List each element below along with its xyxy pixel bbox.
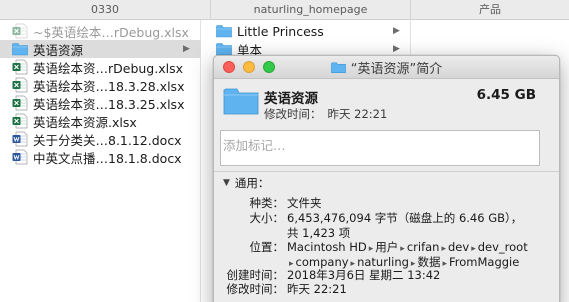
chevron-right-icon: ▶ (183, 44, 190, 54)
excel-file-icon (12, 77, 28, 93)
column-header-bar: 0330 naturling_homepage 产品 (0, 0, 569, 20)
item-size: 6.45 GB (476, 87, 536, 103)
path-segment[interactable]: dev (448, 240, 469, 254)
path-segment[interactable]: Macintosh HD (287, 240, 367, 254)
column-header-naturling[interactable]: naturling_homepage (211, 0, 411, 20)
list-item[interactable]: ~$英语绘本…rDebug.xlsx (0, 22, 201, 40)
kind-label: 种类： (249, 196, 285, 210)
path-segment[interactable]: dev_root (478, 240, 528, 254)
info-title: “英语资源”简介 (214, 56, 559, 79)
where-path-line1: Macintosh HD ▸ 用户 ▸ crifan ▸ dev ▸ dev_root (287, 239, 547, 255)
folder-icon (216, 25, 232, 38)
list-item[interactable]: 英语资源 (0, 40, 201, 58)
list-item[interactable]: Little Princess (211, 22, 411, 40)
list-item-label: Little Princess (237, 23, 324, 39)
list-item[interactable]: 英语绘本资…18.3.25.xlsx (0, 94, 201, 112)
excel-file-icon (12, 23, 28, 39)
modified-value: 昨天 22:21 (327, 107, 388, 121)
excel-file-icon (12, 95, 28, 111)
list-item[interactable]: 英语绘本资…rDebug.xlsx (0, 58, 201, 76)
size-label: 大小： (249, 211, 285, 225)
modified2-value: 昨天 22:21 (287, 282, 347, 296)
kind-value: 文件夹 (287, 196, 322, 210)
modified2-label: 修改时间： (226, 282, 285, 296)
list-item-label: 中英文点播…18.1.8.docx (33, 150, 182, 166)
item-name: 英语资源 (264, 91, 318, 107)
info-panel-window: “英语资源”简介 英语资源 6.45 GB 修改时间： 昨天 22:21 添加标记… (213, 55, 560, 302)
path-segment[interactable]: 用户 (375, 240, 398, 254)
list-item-label: 英语绘本资源.xlsx (33, 114, 137, 130)
word-file-icon (12, 131, 28, 147)
list-item-label: 英语绘本资…18.3.28.xlsx (33, 78, 185, 94)
folder-icon (223, 88, 259, 115)
general-section-toggle[interactable]: ▼ 通用： (223, 175, 269, 191)
general-label: 通用： (234, 176, 270, 190)
list-item-label: 关于分类关…8.1.12.docx (33, 132, 182, 148)
column-header-0330[interactable]: 0330 (0, 0, 211, 20)
list-item[interactable]: 英语绘本资…18.3.28.xlsx (0, 76, 201, 94)
list-item-label: ~$英语绘本…rDebug.xlsx (33, 24, 189, 40)
list-item[interactable]: 中英文点播…18.1.8.docx (0, 148, 201, 166)
path-separator-icon: ▸ (471, 244, 476, 254)
list-item-label: 英语绘本资…rDebug.xlsx (33, 60, 184, 76)
size-value-line1: 6,453,476,094 字节（磁盘上的 6.46 GB）， (287, 211, 523, 225)
excel-file-icon (12, 113, 28, 129)
modified-label: 修改时间： (264, 107, 322, 121)
where-label: 位置： (249, 240, 285, 254)
tags-input[interactable]: 添加标记… (220, 130, 540, 166)
list-item-label: 英语资源 (33, 42, 84, 58)
path-separator-icon: ▸ (400, 244, 405, 254)
disclosure-triangle-icon[interactable]: ▼ (223, 178, 230, 188)
folder-icon (12, 43, 28, 56)
path-segment[interactable]: crifan (407, 240, 440, 254)
column-header-product[interactable]: 产品 (411, 0, 569, 20)
path-separator-icon: ▸ (368, 244, 374, 254)
chevron-right-icon: ▶ (393, 26, 400, 36)
list-item-label: 英语绘本资…18.3.25.xlsx (33, 96, 185, 112)
excel-file-icon (12, 59, 28, 75)
path-separator-icon: ▸ (441, 244, 446, 254)
file-list-column: ~$英语绘本…rDebug.xlsx 英语资源英语绘本资…rDebug.xlsx 英… (0, 20, 201, 302)
word-file-icon (12, 149, 28, 165)
section-divider (214, 171, 559, 172)
list-item[interactable]: 关于分类关…8.1.12.docx (0, 130, 201, 148)
folder-icon (330, 62, 346, 73)
list-item[interactable]: 英语绘本资源.xlsx (0, 112, 201, 130)
info-title-text: “英语资源”简介 (350, 62, 443, 77)
modified-line: 修改时间： 昨天 22:21 (264, 106, 393, 122)
